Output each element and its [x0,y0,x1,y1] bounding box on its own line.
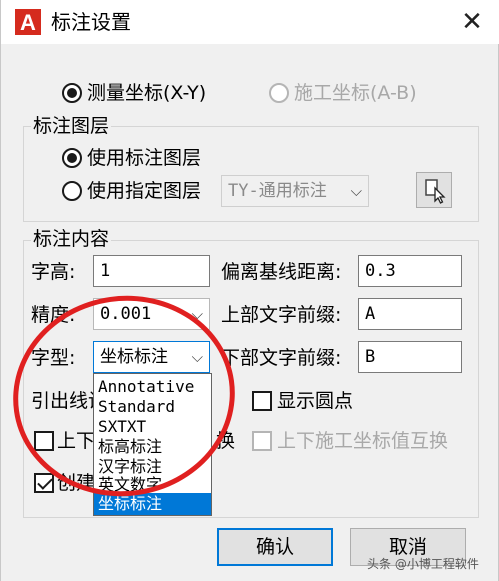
chevron-down-icon: ⌵ [350,182,362,200]
baseline-offset-input[interactable]: 0.3 [358,255,462,287]
show-dot-label: 显示圆点 [277,390,354,412]
lower-prefix-input[interactable]: B [358,341,462,373]
layer-select-value: TY-通用标注 [228,181,327,201]
content-group-title: 标注内容 [31,227,112,251]
survey-coord-radio[interactable] [62,83,82,103]
pick-object-icon [425,179,446,204]
lower-prefix-label: 下部文字前缀: [221,347,342,369]
use-label-layer-radio[interactable] [62,148,82,168]
use-specified-layer-label: 使用指定图层 [87,180,202,202]
font-option[interactable]: Annotative [94,376,211,398]
create-label: 创建 [57,472,96,494]
autocad-app-icon: A [15,9,41,35]
swap-updown-label: 上下 [57,430,96,452]
dialog-title: 标注设置 [51,10,131,34]
swap-construction-label: 上下施工坐标值互换 [277,430,449,452]
layer-select: TY-通用标注 ⌵ [221,175,369,207]
close-icon[interactable]: ✕ [457,7,487,37]
construction-coord-label: 施工坐标(A-B) [294,82,417,104]
swap-updown-label-suffix: 换 [216,430,236,452]
baseline-offset-label: 偏离基线距离: [221,261,342,283]
precision-select-value: 0.001 [100,304,152,324]
chevron-down-icon: ⌵ [191,348,203,366]
font-option-selected[interactable]: 坐标标注 [94,493,211,515]
label-settings-dialog: A 标注设置 ✕ 测量坐标(X-Y) 施工坐标(A-B) 标注图层 使用标注图层… [0,0,499,581]
font-option[interactable]: SXTXT [94,416,211,438]
pick-layer-button[interactable] [416,172,452,208]
font-label: 字型: [31,347,76,369]
create-checkbox[interactable] [34,473,54,493]
title-bar: A 标注设置 ✕ [1,0,499,44]
font-select[interactable]: 坐标标注 ⌵ [93,341,210,373]
use-specified-layer-radio[interactable] [62,181,82,201]
upper-prefix-input[interactable]: A [358,298,462,330]
construction-coord-radio [269,83,289,103]
watermark: 头条 @小博工程软件 [367,557,479,571]
swap-updown-checkbox[interactable] [34,431,54,451]
ok-button[interactable]: 确认 [217,528,333,566]
layer-group-box [23,126,479,222]
char-height-label: 字高: [31,261,76,283]
font-option[interactable]: 标高标注 [94,436,211,458]
font-select-value: 坐标标注 [100,347,168,367]
precision-label: 精度: [31,304,76,326]
layer-group-title: 标注图层 [31,114,112,138]
show-dot-checkbox[interactable] [252,391,272,411]
survey-coord-label: 测量坐标(X-Y) [87,82,207,104]
upper-prefix-label: 上部文字前缀: [221,304,342,326]
font-dropdown-list: Annotative Standard SXTXT 标高标注 汉字标注 英文数字… [93,373,212,516]
swap-construction-checkbox [252,431,272,451]
use-label-layer-label: 使用标注图层 [87,147,202,169]
chevron-down-icon: ⌵ [191,305,203,323]
precision-select[interactable]: 0.001 ⌵ [93,298,210,330]
char-height-input[interactable]: 1 [93,255,210,287]
font-option[interactable]: Standard [94,396,211,418]
